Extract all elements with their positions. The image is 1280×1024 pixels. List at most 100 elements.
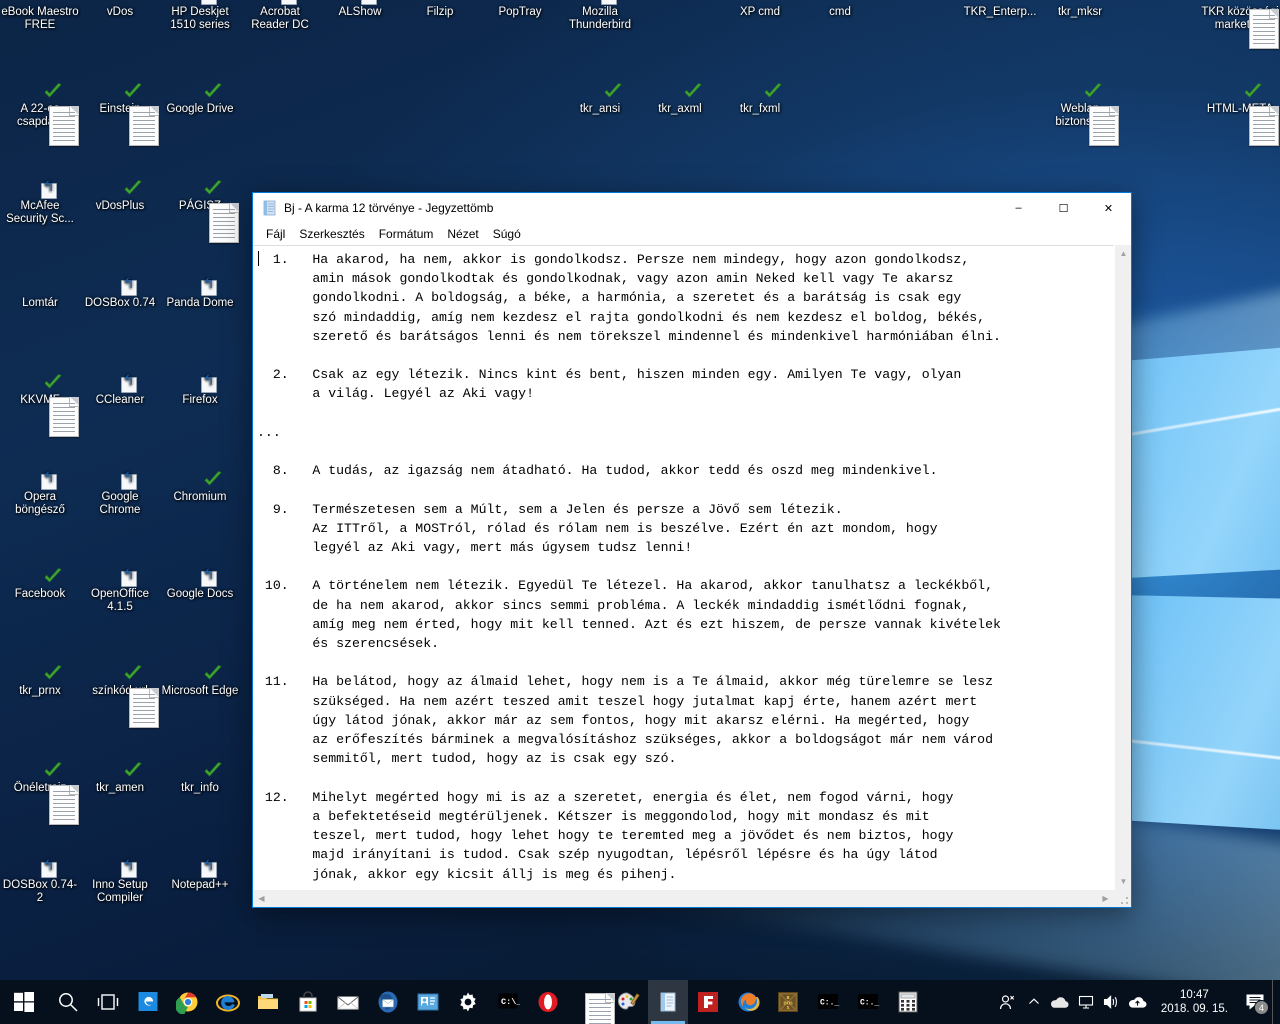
taskbar-internet-explorer-icon[interactable] (208, 980, 248, 1024)
taskbar-firefox-icon[interactable] (728, 980, 768, 1024)
menu-item-szerkesztes[interactable]: Szerkesztés (292, 225, 371, 243)
sync-check-icon (123, 83, 143, 101)
desktop-icon-tkr-k-z-ss-gi-marketing[interactable]: TKR közösségi marketing (1200, 0, 1280, 49)
notepad-text-area[interactable]: 1. Ha akarod, ha nem, akkor is gondolkod… (253, 245, 1114, 890)
scroll-right-arrow-icon[interactable]: ▶ (1097, 890, 1114, 907)
taskbar-search-icon[interactable] (48, 980, 88, 1024)
desktop-icon-tkr-enterp[interactable]: TKR_Enterp... (960, 0, 1040, 19)
volume-icon[interactable] (1099, 980, 1125, 1024)
desktop-icon-alshow[interactable]: ALShow (320, 0, 400, 19)
taskbar-document-icon[interactable] (568, 980, 615, 1024)
notepad-menubar[interactable]: Fájl Szerkesztés Formátum Nézet Súgó (253, 223, 1131, 245)
desktop-icon-tkr-mksr[interactable]: TKRTKRtkr_mksr (1040, 6, 1120, 19)
menu-item-formatum[interactable]: Formátum (372, 225, 441, 243)
cloud-icon[interactable] (1125, 980, 1151, 1024)
horizontal-scrollbar[interactable]: ◀ ▶ (253, 890, 1114, 907)
desktop-icon-weblap-biztons-g[interactable]: Weblap biztonság (1040, 83, 1120, 146)
vertical-scrollbar[interactable]: ▲ ▼ (1114, 245, 1131, 890)
desktop-icon-kkvmf[interactable]: KKVMF (0, 374, 80, 437)
taskbar-edge-icon[interactable] (128, 980, 168, 1024)
desktop-icon-mozilla-thunderbird[interactable]: Mozilla Thunderbird (560, 0, 640, 32)
resize-grip[interactable] (1114, 890, 1131, 907)
desktop-icon-notepad[interactable]: Notepad++ (160, 862, 240, 892)
desktop-icon-lomt-r[interactable]: Lomtár (0, 297, 80, 310)
taskbar-dosbox-icon[interactable]: B DOS X (768, 980, 808, 1024)
desktop-icon-n-letrajz[interactable]: Önéletrajz (0, 762, 80, 825)
desktop-icon-google-chrome[interactable]: Google Chrome (80, 474, 160, 517)
desktop-icon-tkr-info[interactable]: tkr_info (160, 762, 240, 795)
network-icon[interactable] (1073, 980, 1099, 1024)
desktop-icon-chromium[interactable]: Chromium (160, 471, 240, 504)
desktop-icon-opera-b-ng-sz[interactable]: Opera böngésző (0, 474, 80, 517)
desktop-icon-facebook[interactable]: Facebook (0, 568, 80, 601)
taskbar-notepad-icon[interactable] (648, 980, 688, 1024)
desktop-icon-html-meta[interactable]: HTML-META (1200, 83, 1280, 146)
onedrive-icon[interactable] (1047, 980, 1073, 1024)
scroll-left-arrow-icon[interactable]: ◀ (253, 890, 270, 907)
taskbar-filezilla-icon[interactable] (688, 980, 728, 1024)
taskbar-opera-icon[interactable] (528, 980, 568, 1024)
taskbar-settings-icon[interactable] (448, 980, 488, 1024)
notification-center-button[interactable]: 4 (1238, 980, 1272, 1024)
desktop-icon-tkr-fxml[interactable]: TKRTKRtkr_fxml (720, 83, 800, 116)
notepad-window[interactable]: Bj - A karma 12 törvénye - Jegyzettömb –… (252, 192, 1132, 908)
desktop-icon-ccleaner[interactable]: CCleaner (80, 377, 160, 407)
desktop-icon-acrobat-reader-dc[interactable]: Acrobat Reader DC (240, 0, 320, 32)
desktop-icon-cmd[interactable]: C:\_cmd (800, 0, 880, 19)
menu-item-nezet[interactable]: Nézet (440, 225, 485, 243)
desktop-icon-hp-deskjet-1510-series[interactable]: HP Deskjet 1510 series (160, 0, 240, 32)
taskbar-command-prompt-icon[interactable]: C:\_ (488, 980, 528, 1024)
taskbar-file-explorer-icon[interactable] (248, 980, 288, 1024)
taskbar-cmd-black-icon[interactable]: C:._ (808, 980, 848, 1024)
desktop-icon-firefox[interactable]: Firefox (160, 377, 240, 407)
taskbar-mail-icon[interactable] (328, 980, 368, 1024)
desktop-icon-dosbox-0-74-2[interactable]: BDOSXDOSBox 0.74-2 (0, 862, 80, 905)
taskbar-paint-icon[interactable] (608, 980, 648, 1024)
svg-text:C:\_: C:\_ (501, 997, 520, 1007)
menu-item-sugo[interactable]: Súgó (486, 225, 528, 243)
taskbar-contacts-icon[interactable] (408, 980, 448, 1024)
show-hidden-icons-chevron[interactable] (1021, 980, 1047, 1024)
desktop-icon-google-drive[interactable]: Google Drive (160, 83, 240, 116)
desktop-icon-openoffice-4-1-5[interactable]: OpenOffice 4.1.5 (80, 571, 160, 614)
desktop-icon-p-gisz[interactable]: PÁGISZ (160, 180, 240, 243)
desktop-icon-filzip[interactable]: FzFilzip (400, 0, 480, 19)
desktop-icon-einstein[interactable]: Einstein (80, 83, 160, 146)
taskbar-chrome-icon[interactable] (168, 980, 208, 1024)
scroll-down-arrow-icon[interactable]: ▼ (1115, 873, 1132, 890)
sync-check-icon (43, 83, 63, 101)
taskbar-cmd-black-2-icon[interactable]: C:._ (848, 980, 888, 1024)
start-button[interactable] (0, 980, 48, 1024)
desktop-icon-ebook-maestro-free[interactable]: MeBook Maestro FREE (0, 0, 80, 32)
desktop-icon-dosbox-0-74[interactable]: BDOSXDOSBox 0.74 (80, 280, 160, 310)
taskbar-clock[interactable]: 10:47 2018. 09. 15. (1151, 988, 1238, 1016)
scroll-up-arrow-icon[interactable]: ▲ (1115, 245, 1132, 262)
people-icon[interactable] (995, 980, 1021, 1024)
desktop-icon-tkr-prnx[interactable]: tkr_prnx (0, 665, 80, 698)
horizontal-scrollbar-row[interactable]: ◀ ▶ (253, 890, 1131, 907)
notepad-titlebar[interactable]: Bj - A karma 12 törvénye - Jegyzettömb –… (253, 193, 1131, 223)
close-button[interactable]: ✕ (1086, 193, 1131, 223)
desktop-icon-vdosplus[interactable]: C:\_vDosPlus (80, 180, 160, 213)
taskbar-task-view-icon[interactable] (88, 980, 128, 1024)
taskbar-microsoft-store-icon[interactable] (288, 980, 328, 1024)
desktop-icon-tkr-ansi[interactable]: TKRTKRtkr_ansi (560, 83, 640, 116)
desktop-icon-mcafee-security-sc[interactable]: McAfee Security Sc... (0, 183, 80, 226)
desktop-icon-sz-nk-d-url[interactable]: színkód url (80, 665, 160, 728)
desktop-icon-tkr-axml[interactable]: TKRTKRtkr_axml (640, 83, 720, 116)
desktop-icon-poptray[interactable]: PopTray (480, 0, 560, 19)
taskbar-calculator-icon[interactable] (888, 980, 928, 1024)
desktop-icon-google-docs[interactable]: Google Docs (160, 571, 240, 601)
desktop-icon-xp-cmd[interactable]: C:\_XP cmd (720, 0, 800, 19)
show-desktop-button[interactable] (1272, 980, 1280, 1024)
desktop-icon-microsoft-edge[interactable]: Microsoft Edge (160, 665, 240, 698)
maximize-button[interactable]: ☐ (1041, 193, 1086, 223)
menu-item-fajl[interactable]: Fájl (259, 225, 292, 243)
desktop-icon-tkr-amen[interactable]: tkr_amen (80, 762, 160, 795)
taskbar-thunderbird-icon[interactable] (368, 980, 408, 1024)
desktop-icon-panda-dome[interactable]: Panda Dome (160, 280, 240, 310)
desktop-icon-vdos[interactable]: C:\_vDos (80, 0, 160, 19)
desktop-icon-a-22-es-csapd-ja[interactable]: A 22-es csapdája (0, 83, 80, 146)
desktop-icon-inno-setup-compiler[interactable]: Inno Setup Compiler (80, 862, 160, 905)
minimize-button[interactable]: – (996, 193, 1041, 223)
